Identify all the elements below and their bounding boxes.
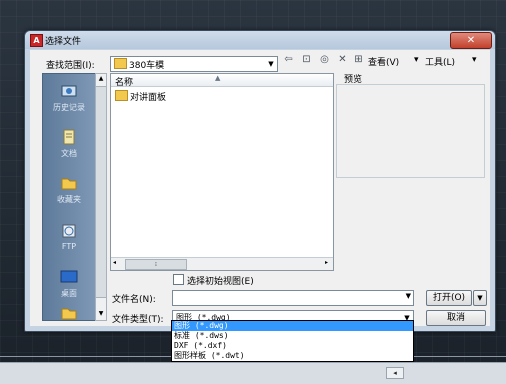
tools-dropdown-arrow[interactable]: ▾ [472, 55, 477, 65]
up-folder-icon[interactable]: ⊡ [300, 54, 313, 66]
chevron-down-icon: ▼ [268, 60, 274, 68]
dialog-client-area: 查找范围(I): 380车模 ▼ ⇦ ⊡ ◎ ✕ ⊞ 查看(V) ▾ 工具(L)… [30, 50, 490, 326]
delete-icon[interactable]: ✕ [336, 54, 349, 66]
list-item-label: 对讲面板 [130, 93, 167, 103]
look-in-dropdown[interactable]: 380车模 ▼ [110, 56, 278, 72]
place-documents[interactable]: 文档 [43, 128, 95, 159]
places-scroll-thumb[interactable] [96, 86, 106, 298]
chevron-down-icon[interactable]: ▼ [406, 292, 411, 300]
initial-view-label: 选择初始视图(E) [187, 277, 254, 287]
select-file-dialog: A 选择文件 ✕ 查找范围(I): 380车模 ▼ ⇦ ⊡ ◎ ✕ ⊞ 查看(V… [24, 30, 496, 332]
filetype-label: 文件类型(T): [112, 315, 164, 325]
ftp-icon [62, 224, 76, 238]
list-item[interactable]: 对讲面板 [115, 90, 166, 103]
file-list-hscrollbar[interactable]: ◂ ⁝ ▸ [111, 257, 333, 270]
open-button[interactable]: 打开(O) [426, 290, 472, 306]
filetype-option-selected[interactable]: 图形 (*.dwg) [172, 321, 413, 331]
dialog-title: 选择文件 [45, 37, 82, 47]
places-scrollbar[interactable]: ▲ ▼ [95, 73, 107, 321]
file-list[interactable]: 名称 ▲ 对讲面板 ◂ ⁝ ▸ [110, 73, 334, 271]
look-in-value-wrap: 380车模 [114, 58, 164, 71]
filetype-option[interactable]: 标准 (*.dws) [172, 331, 413, 341]
look-in-value: 380车模 [129, 61, 165, 71]
folder-icon [114, 58, 127, 69]
initial-view-checkbox[interactable] [173, 274, 184, 285]
place-label: 收藏夹 [57, 195, 81, 204]
search-web-icon[interactable]: ◎ [318, 54, 331, 66]
favorites-icon [61, 178, 77, 190]
filename-input[interactable]: ▼ [172, 290, 414, 306]
tools-menu[interactable]: 工具(L) [425, 55, 455, 68]
cancel-button[interactable]: 取消 [426, 310, 486, 326]
documents-icon [63, 129, 75, 145]
filename-label: 文件名(N): [112, 295, 156, 305]
place-label: FTP [61, 242, 77, 251]
scroll-right-arrow[interactable]: ▸ [325, 259, 328, 266]
file-list-scroll-thumb[interactable]: ⁝ [125, 259, 187, 270]
folder-icon [115, 90, 128, 101]
close-button[interactable]: ✕ [450, 32, 492, 49]
desktop-icon [60, 270, 78, 283]
place-desktop[interactable]: 桌面 [43, 268, 95, 299]
filetype-option[interactable]: DXF (*.dxf) [172, 341, 413, 351]
place-label: 文档 [61, 149, 77, 158]
new-folder-icon[interactable]: ⊞ [352, 54, 365, 66]
places-bar: 历史记录 文档 收藏夹 FTP 桌面 [42, 73, 96, 321]
scroll-up-arrow[interactable]: ▲ [96, 74, 106, 84]
column-name-header[interactable]: 名称 [115, 75, 133, 88]
sort-asc-icon: ▲ [215, 74, 221, 82]
place-folder-partial[interactable] [43, 304, 95, 324]
place-history[interactable]: 历史记录 [43, 82, 95, 113]
place-label: 桌面 [61, 289, 77, 298]
folder-icon [61, 308, 77, 320]
autocad-app-icon: A [30, 34, 43, 47]
look-in-label: 查找范围(I): [46, 61, 95, 71]
back-icon[interactable]: ⇦ [282, 54, 295, 66]
scroll-left-arrow[interactable]: ◂ [113, 259, 116, 266]
filetype-options-list[interactable]: 图形 (*.dwg) 标准 (*.dws) DXF (*.dxf) 图形样板 (… [171, 320, 414, 362]
views-dropdown-arrow[interactable]: ▾ [414, 55, 419, 65]
scroll-left-arrow[interactable]: ◂ [386, 367, 404, 379]
filetype-option[interactable]: 图形样板 (*.dwt) [172, 351, 413, 361]
open-options-button[interactable]: ▼ [473, 290, 487, 306]
preview-pane [336, 84, 485, 178]
scroll-down-arrow[interactable]: ▼ [96, 309, 106, 319]
file-list-header[interactable]: 名称 ▲ [111, 74, 333, 88]
place-ftp[interactable]: FTP [43, 222, 95, 251]
views-menu[interactable]: 查看(V) [368, 55, 399, 68]
status-bar [0, 362, 506, 384]
place-label: 历史记录 [53, 103, 85, 112]
history-icon [61, 85, 77, 97]
place-favorites[interactable]: 收藏夹 [43, 174, 95, 205]
dialog-titlebar[interactable]: A 选择文件 ✕ [25, 31, 495, 49]
